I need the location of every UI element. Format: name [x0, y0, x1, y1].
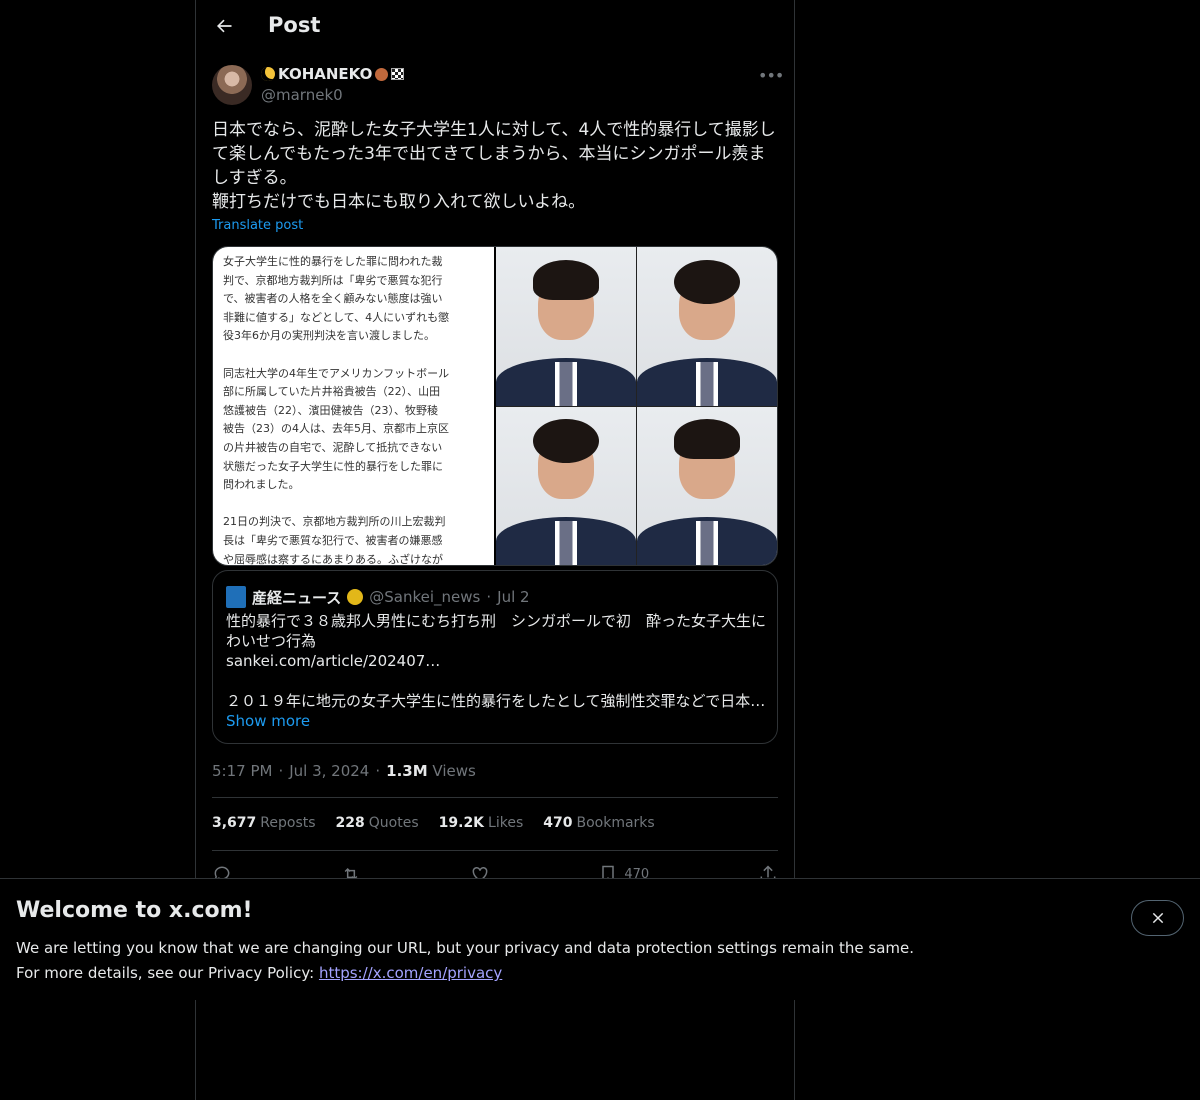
quoted-author-name: 産経ニュース: [252, 588, 342, 607]
quoted-post-body: 性的暴行で３８歳邦人男性にむち打ち刑 シンガポールで初 酔った女子大生に わいせ…: [226, 611, 771, 711]
author-handle[interactable]: @marnek0: [261, 86, 343, 104]
quotes-stat[interactable]: 228 Quotes: [336, 815, 419, 831]
views-label: Views: [432, 762, 476, 780]
quoted-line-1: 性的暴行で３８歳邦人男性にむち打ち刑 シンガポールで初 酔った女子大生に: [226, 612, 767, 630]
bookmarks-stat[interactable]: 470 Bookmarks: [543, 815, 654, 831]
checkered-flag-icon: [391, 68, 405, 80]
crescent-moon-icon: [261, 67, 275, 81]
post-meta: 5:17 PM · Jul 3, 2024 · 1.3M Views: [212, 762, 476, 780]
author-display-name: KOHANEKO: [278, 65, 373, 83]
likes-stat[interactable]: 19.2K Likes: [439, 815, 524, 831]
portrait-photo-3: [496, 406, 636, 565]
post-date[interactable]: Jul 3, 2024: [289, 762, 369, 780]
quoted-post[interactable]: 産経ニュース @Sankei_news · Jul 2 性的暴行で３８歳邦人男性…: [212, 570, 778, 744]
banner-text: We are letting you know that we are chan…: [16, 936, 914, 986]
portrait-photo-4: [637, 406, 777, 565]
reposts-stat[interactable]: 3,677 Reposts: [212, 815, 316, 831]
post-media[interactable]: 女子大学生に性的暴行をした罪に問われた裁 判で、京都地方裁判所は「卑劣で悪質な犯…: [212, 246, 778, 566]
privacy-policy-link[interactable]: https://x.com/en/privacy: [319, 964, 502, 982]
views-count: 1.3M: [386, 762, 428, 780]
banner-line-1: We are letting you know that we are chan…: [16, 939, 915, 957]
separator-dot: ·: [278, 762, 284, 780]
welcome-banner: Welcome to x.com! We are letting you kno…: [0, 878, 1200, 1000]
engagement-stats: 3,677 Reposts 228 Quotes 19.2K Likes 470 Boo…: [212, 815, 655, 831]
divider: [212, 797, 778, 798]
page-title: Post: [268, 13, 321, 37]
quoted-line-3: ２０１９年に地元の女子大学生に性的暴行をしたとして強制性交罪などで日本…: [226, 692, 766, 710]
divider: [212, 850, 778, 851]
media-photo-grid: [496, 247, 777, 565]
portrait-photo-2: [637, 247, 777, 406]
quoted-author-handle: @Sankei_news: [369, 588, 481, 606]
post-text: 日本でなら、泥酔した女子大学生1人に対して、4人で性的暴行して撮影し て楽しんで…: [212, 120, 776, 212]
portrait-photo-1: [496, 247, 636, 406]
quoted-blank-line: [226, 671, 771, 691]
author-name[interactable]: KOHANEKO: [261, 65, 405, 83]
quoted-post-date: Jul 2: [497, 588, 530, 606]
separator-dot: ·: [375, 762, 381, 780]
separator-dot: ·: [486, 588, 492, 606]
banner-title: Welcome to x.com!: [16, 898, 253, 923]
close-banner-button[interactable]: [1131, 900, 1184, 936]
teddy-bear-icon: [375, 67, 389, 81]
more-icon[interactable]: •••: [758, 66, 784, 85]
post-time[interactable]: 5:17 PM: [212, 762, 272, 780]
back-arrow-icon: [217, 19, 232, 33]
quoted-line-2: わいせつ行為: [226, 632, 317, 650]
verified-badge-icon: [347, 589, 364, 605]
avatar[interactable]: [212, 65, 252, 105]
back-button[interactable]: [210, 12, 238, 40]
translate-post-link[interactable]: Translate post: [212, 218, 303, 233]
page-header: Post: [196, 0, 794, 53]
banner-line-2: For more details, see our Privacy Policy…: [16, 964, 503, 982]
sankei-logo-icon: [226, 586, 246, 608]
close-icon: [1152, 912, 1163, 924]
quoted-post-header: 産経ニュース @Sankei_news · Jul 2: [226, 586, 530, 608]
show-more-link[interactable]: Show more: [226, 712, 310, 730]
quoted-link: sankei.com/article/202407…: [226, 652, 441, 670]
media-article-text: 女子大学生に性的暴行をした罪に問われた裁 判で、京都地方裁判所は「卑劣で悪質な犯…: [213, 247, 496, 565]
